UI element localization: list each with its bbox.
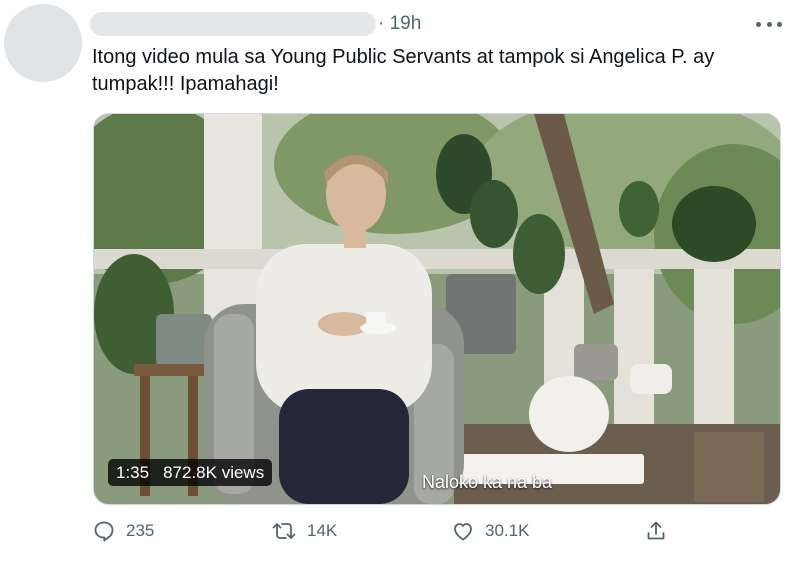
reply-button[interactable]: 235	[92, 519, 154, 543]
retweet-button[interactable]: 14K	[271, 519, 337, 543]
tweet-actions: 235 14K 30.1K	[92, 519, 782, 549]
video-duration: 1:35	[116, 462, 150, 482]
video-player[interactable]: 1:35 872.8K views Naloko ka na ba	[93, 113, 781, 505]
redacted-username[interactable]	[90, 12, 376, 36]
tweet-text-line-1: Itong video mula sa Young Public Servant…	[92, 46, 715, 68]
tweet-text-line-2: tumpak!!! Ipamahagi!	[92, 73, 279, 95]
reply-count: 235	[126, 521, 155, 540]
like-icon	[454, 523, 472, 541]
retweet-count: 14K	[307, 521, 338, 540]
share-icon	[647, 521, 665, 540]
like-count: 30.1K	[485, 521, 530, 540]
video-frame	[94, 114, 780, 504]
tweet-timestamp[interactable]: · 19h	[378, 13, 421, 35]
share-button[interactable]	[644, 519, 668, 543]
video-views: 872.8K views	[163, 462, 265, 482]
more-icon[interactable]	[756, 20, 782, 28]
video-subtitle: Naloko ka na ba	[421, 472, 553, 492]
avatar[interactable]	[4, 4, 82, 82]
retweet-icon	[272, 523, 296, 539]
like-button[interactable]: 30.1K	[451, 519, 529, 543]
reply-icon	[94, 521, 114, 542]
tweet-text: Itong video mula sa Young Public Servant…	[92, 44, 782, 98]
video-stats-badge: 1:35 872.8K views	[108, 459, 273, 486]
